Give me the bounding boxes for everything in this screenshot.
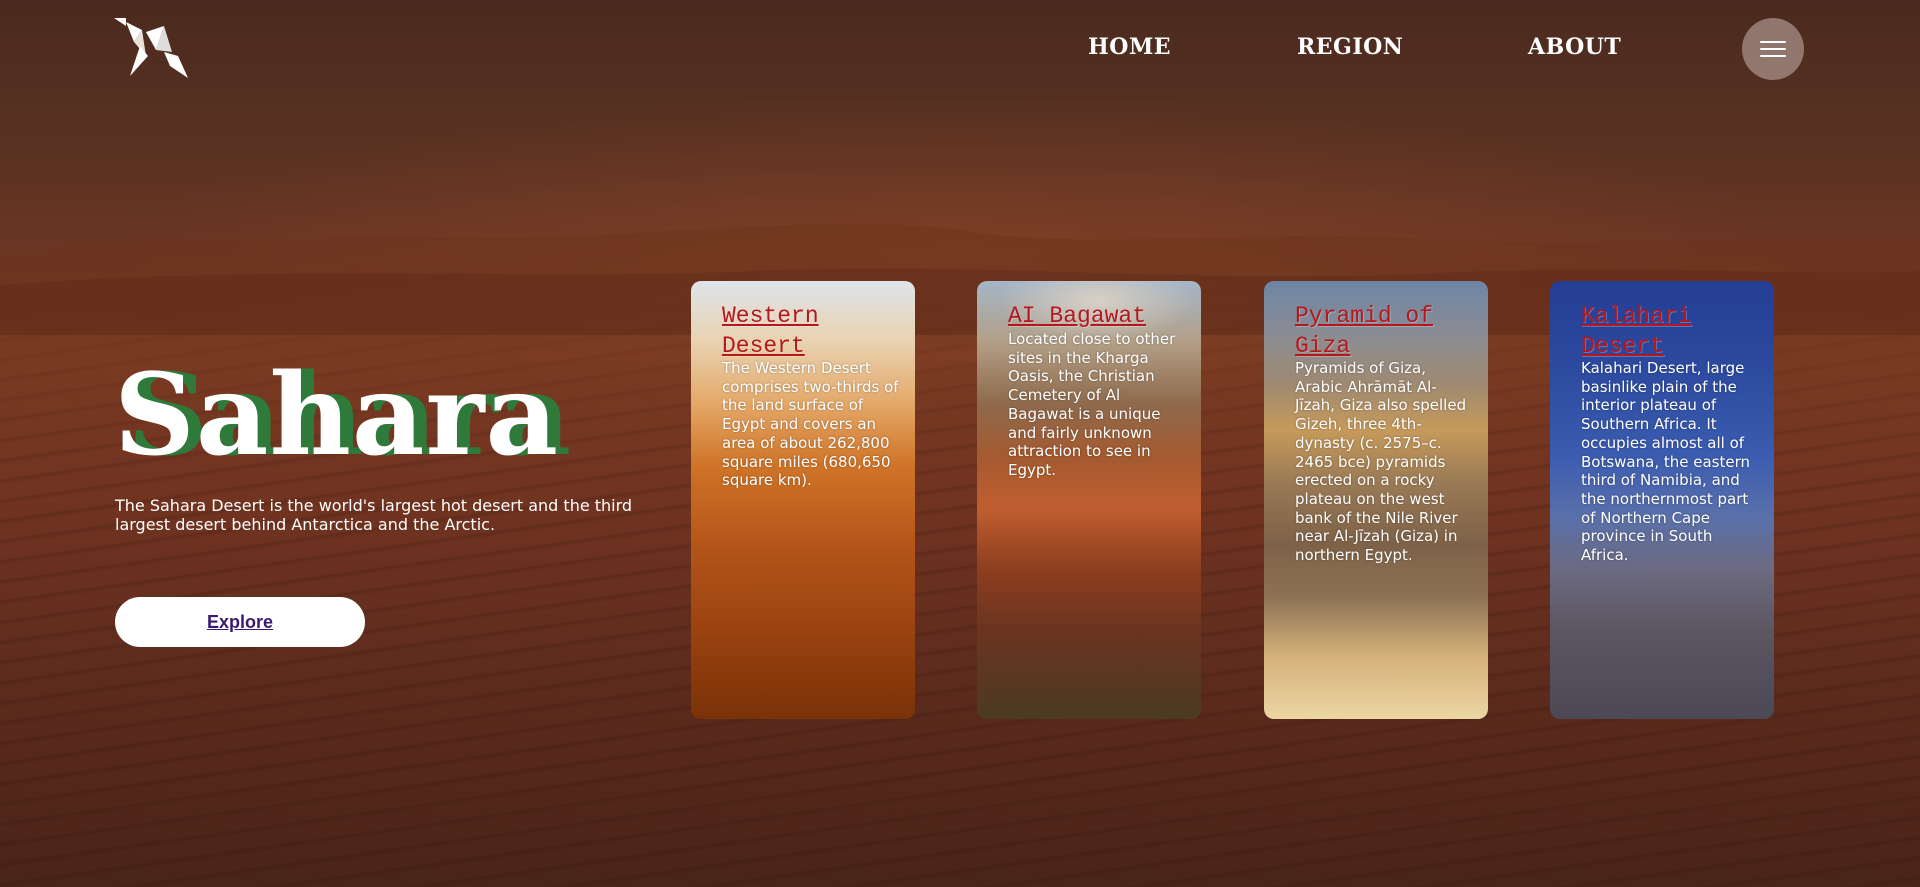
card-text: Pyramids of Giza, Arabic Ahrāmāt Al-Jīza… <box>1295 359 1467 565</box>
card-pyramid-of-giza[interactable]: Pyramid of Giza Pyramids of Giza, Arabic… <box>1264 281 1488 719</box>
nav-region-link[interactable]: REGION <box>1297 34 1403 60</box>
nav-home-link[interactable]: HOME <box>1088 34 1171 60</box>
menu-button[interactable] <box>1742 18 1804 80</box>
explore-button[interactable]: Explore <box>115 597 365 647</box>
origami-bird-logo-icon <box>114 18 188 78</box>
hero-title: Sahara <box>114 350 560 481</box>
card-text: Kalahari Desert, large basinlike plain o… <box>1581 359 1750 565</box>
card-title[interactable]: Kalahari Desert <box>1581 301 1762 361</box>
card-western-desert[interactable]: Western Desert The Western Desert compri… <box>691 281 915 719</box>
hero-description: The Sahara Desert is the world's largest… <box>115 496 633 534</box>
nav-about-link[interactable]: ABOUT <box>1528 34 1621 60</box>
card-kalahari-desert[interactable]: Kalahari Desert Kalahari Desert, large b… <box>1550 281 1774 719</box>
hamburger-menu-icon <box>1760 39 1786 59</box>
card-ai-bagawat[interactable]: AI Bagawat Located close to other sites … <box>977 281 1201 719</box>
card-title[interactable]: AI Bagawat <box>1008 301 1189 331</box>
card-title[interactable]: Pyramid of Giza <box>1295 301 1476 361</box>
card-text: The Western Desert comprises two-thirds … <box>722 359 899 490</box>
site-logo[interactable] <box>112 16 192 80</box>
card-title[interactable]: Western Desert <box>722 301 903 361</box>
card-text: Located close to other sites in the Khar… <box>1008 330 1176 479</box>
